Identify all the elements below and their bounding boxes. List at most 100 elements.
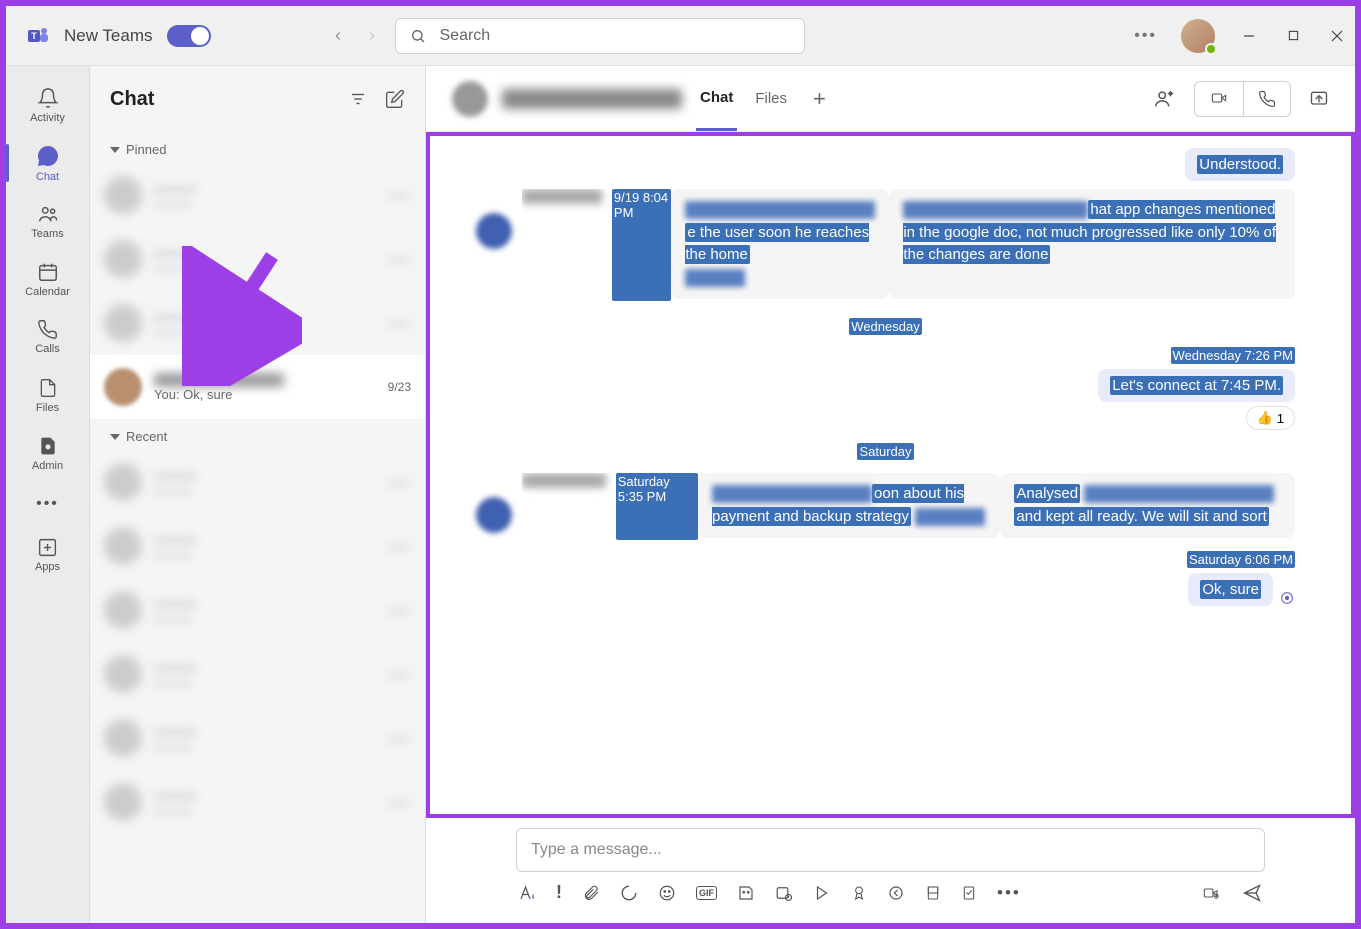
day-separator: Wednesday [476,319,1295,334]
rail-label: Teams [31,228,63,240]
video-call-button[interactable] [1195,82,1243,116]
priority-button[interactable]: ! [556,882,562,903]
message-text: Let's connect at 7:45 PM. [1110,376,1283,395]
rail-calendar[interactable]: Calendar [6,250,89,308]
conversation-header: Chat Files + [426,66,1355,132]
chat-item-selected[interactable]: You: Ok, sure 9/23 [90,355,425,419]
chat-item[interactable]: ———————— [90,770,425,834]
format-button[interactable] [518,884,536,902]
rail-calls[interactable]: Calls [6,308,89,366]
sender-avatar [476,497,512,533]
video-clip-button[interactable] [1201,885,1221,901]
approvals-button[interactable] [851,884,867,902]
contact-name [502,89,682,109]
chat-item[interactable]: ———————— [90,163,425,227]
rail-activity[interactable]: Activity [6,76,89,134]
forward-button[interactable] [365,29,379,43]
stream-button[interactable] [813,884,831,902]
message-incoming-group[interactable]: 9/19 8:04 PM e the user soon he reaches … [476,189,1295,305]
rail-label: Chat [36,171,59,183]
chat-icon [36,144,60,168]
search-placeholder: Search [440,27,491,45]
attach-button[interactable] [582,884,600,902]
bell-icon [37,87,59,109]
more-actions-button[interactable]: ••• [997,883,1021,903]
phone-icon [37,319,58,340]
message-outgoing[interactable]: Let's connect at 7:45 PM. 👍1 [476,369,1295,430]
chat-item[interactable]: ———————— [90,227,425,291]
back-button[interactable] [331,29,345,43]
message-timestamp: 9/19 8:04 PM [612,189,671,301]
chat-item[interactable]: ———————— [90,642,425,706]
rail-chat[interactable]: Chat [6,134,89,192]
audio-call-button[interactable] [1243,82,1290,116]
message-incoming-group[interactable]: Saturday 5:35 PM oon about his payment a… [476,473,1295,544]
sender-name [522,189,602,204]
contact-avatar [104,368,142,406]
rail-more[interactable]: ••• [6,482,89,526]
sender-avatar [476,213,512,249]
reaction-count: 1 [1277,411,1284,426]
chat-item[interactable]: ———————— [90,514,425,578]
tab-files[interactable]: Files [751,68,791,129]
new-chat-button[interactable] [385,89,405,109]
schedule-button[interactable] [775,884,793,902]
emoji-button[interactable] [658,884,676,902]
message-input[interactable]: Type a message... [516,828,1265,872]
more-icon: ••• [36,495,59,513]
reaction-badge[interactable]: 👍1 [1246,406,1295,430]
viva-button[interactable] [925,884,941,902]
gif-button[interactable]: GIF [696,886,717,900]
polls-button[interactable] [961,884,977,902]
message-text: Ok, sure [1200,580,1261,599]
chat-item[interactable]: ———————— [90,450,425,514]
rail-files[interactable]: Files [6,366,89,424]
admin-icon [38,435,58,457]
app-name: New Teams [64,26,153,46]
minimize-button[interactable] [1239,26,1259,46]
teams-logo-icon: T [24,22,52,50]
rail-admin[interactable]: Admin [6,424,89,482]
sticker-button[interactable] [737,884,755,902]
contact-avatar [452,81,488,117]
preview-text: Ok, sure [183,387,232,402]
filter-button[interactable] [349,90,367,108]
rail-label: Calls [35,343,59,355]
rail-apps[interactable]: Apps [6,526,89,584]
updates-button[interactable] [887,884,905,902]
rail-label: Files [36,402,59,414]
chat-item[interactable]: ———————— [90,578,425,642]
close-button[interactable] [1327,26,1347,46]
message-text: and kept all ready. We will sit and sort [1014,507,1268,526]
new-teams-toggle[interactable] [167,25,211,47]
add-people-button[interactable] [1154,88,1176,110]
chat-item[interactable]: ———————— [90,291,425,355]
message-text: Understood. [1197,155,1283,174]
message-outgoing[interactable]: Ok, sure [476,573,1295,606]
send-button[interactable] [1241,883,1263,903]
share-screen-button[interactable] [1309,89,1329,109]
compose-placeholder: Type a message... [531,841,662,858]
rail-label: Calendar [25,286,70,298]
rail-label: Admin [32,460,63,472]
pinned-section[interactable]: Pinned [90,132,425,163]
message-outgoing[interactable]: Understood. [476,148,1295,181]
loop-button[interactable] [620,884,638,902]
profile-avatar[interactable] [1181,19,1215,53]
tab-chat[interactable]: Chat [696,67,737,131]
maximize-button[interactable] [1283,26,1303,46]
search-input[interactable]: Search [395,18,805,54]
chat-item-date: 9/23 [388,380,411,394]
rail-teams[interactable]: Teams [6,192,89,250]
presence-badge-icon [1205,43,1217,55]
teams-icon [37,203,59,225]
add-tab-button[interactable]: + [813,86,826,112]
more-options-button[interactable]: ••• [1134,27,1157,45]
recent-section[interactable]: Recent [90,419,425,450]
chat-list-panel: Chat Pinned ———————— ———————— ———————— Y… [90,66,426,923]
chatlist-title: Chat [110,88,331,111]
chat-item[interactable]: ———————— [90,706,425,770]
svg-text:T: T [31,31,37,41]
titlebar: T New Teams Search ••• [6,6,1355,66]
message-list[interactable]: Understood. 9/19 8:04 PM e the user soon… [426,132,1355,818]
